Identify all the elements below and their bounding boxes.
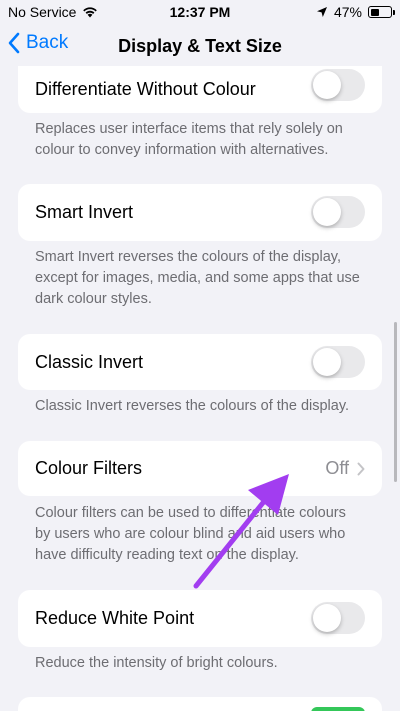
reduce-white-point-toggle[interactable] bbox=[311, 602, 365, 634]
setting-row-partial[interactable] bbox=[18, 697, 382, 711]
classic-invert-toggle[interactable] bbox=[311, 346, 365, 378]
scroll-indicator[interactable] bbox=[394, 322, 397, 482]
battery-percent: 47% bbox=[333, 4, 362, 20]
partial-toggle[interactable] bbox=[311, 707, 365, 711]
toggle-knob bbox=[313, 198, 341, 226]
smart-invert-toggle[interactable] bbox=[311, 196, 365, 228]
setting-row-reduce-white-point[interactable]: Reduce White Point bbox=[18, 590, 382, 647]
navigation-bar: Back Display & Text Size bbox=[0, 26, 400, 66]
setting-description: Reduce the intensity of bright colours. bbox=[35, 655, 278, 671]
setting-row-differentiate-without-colour[interactable]: Differentiate Without Colour bbox=[18, 66, 382, 113]
status-bar: No Service 12:37 PM 47% bbox=[0, 0, 400, 26]
setting-label: Reduce White Point bbox=[35, 608, 195, 628]
setting-label: Differentiate Without Colour bbox=[35, 79, 256, 99]
setting-description: Smart Invert reverses the colours of the… bbox=[35, 249, 360, 307]
battery-fill bbox=[370, 8, 380, 16]
status-right: 47% bbox=[316, 4, 395, 20]
setting-label: Classic Invert bbox=[35, 351, 144, 372]
page-title: Display & Text Size bbox=[118, 36, 282, 56]
toggle-knob bbox=[313, 348, 341, 376]
setting-description: Colour filters can be used to differenti… bbox=[35, 505, 346, 563]
chevron-right-icon bbox=[357, 462, 365, 475]
colour-filters-value: Off bbox=[325, 458, 349, 478]
setting-row-colour-filters[interactable]: Colour Filters Off bbox=[18, 441, 382, 496]
setting-label: Smart Invert bbox=[35, 202, 134, 222]
setting-row-classic-invert[interactable]: Classic Invert bbox=[18, 334, 382, 390]
location-arrow-icon bbox=[316, 6, 328, 18]
differentiate-without-colour-toggle[interactable] bbox=[311, 69, 365, 101]
toggle-knob bbox=[313, 604, 341, 632]
colour-filters-value-group: Off bbox=[325, 458, 365, 479]
setting-description: Replaces user interface items that rely … bbox=[35, 121, 343, 158]
setting-description: Classic Invert reverses the colours of t… bbox=[35, 398, 350, 414]
toggle-knob bbox=[313, 71, 341, 99]
setting-label: Colour Filters bbox=[35, 458, 143, 478]
battery-icon bbox=[368, 6, 395, 18]
setting-row-smart-invert[interactable]: Smart Invert bbox=[18, 184, 382, 241]
